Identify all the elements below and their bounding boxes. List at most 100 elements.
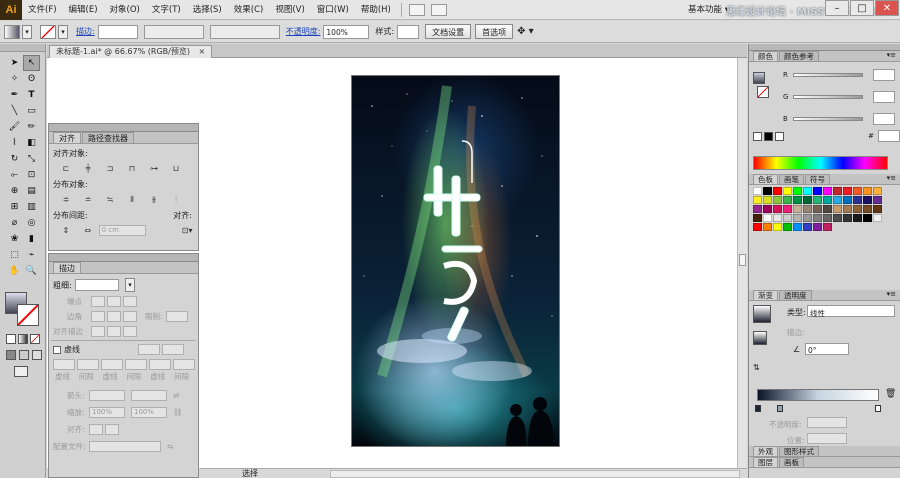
stroke-dropdown[interactable]: ▾ <box>58 24 68 39</box>
menu-view[interactable]: 视图(V) <box>269 0 310 20</box>
color-swatch[interactable] <box>823 187 832 195</box>
slice-tool-icon[interactable]: ⌁ <box>23 247 40 263</box>
align-hcenter-icon[interactable]: ╪ <box>77 162 99 175</box>
graph-tool-icon[interactable]: ▮ <box>23 231 40 247</box>
zoom-tool-icon[interactable]: 🔍 <box>23 263 40 279</box>
opacity-field[interactable]: 100% <box>323 24 370 39</box>
green-slider[interactable] <box>793 95 863 99</box>
tab-appearance[interactable]: 外观 <box>753 446 778 456</box>
distribute-right-icon[interactable]: ⫶ <box>165 193 187 206</box>
eraser-icon[interactable]: ◧ <box>23 135 40 151</box>
color-swatch[interactable] <box>863 214 872 222</box>
delete-stop-icon[interactable]: 🗑 <box>885 389 896 399</box>
gradient-type-select[interactable]: 线性 <box>807 305 895 318</box>
color-swatch[interactable] <box>823 205 832 213</box>
color-swatch[interactable] <box>813 187 822 195</box>
hand-tool-icon[interactable]: ✋ <box>6 263 23 279</box>
color-panel-menu-icon[interactable]: ▾≡ <box>887 51 896 59</box>
color-swatch[interactable] <box>833 187 842 195</box>
color-swatch[interactable] <box>823 196 832 204</box>
reverse-gradient-icon[interactable]: ⇅ <box>753 363 760 372</box>
color-swatch[interactable] <box>833 214 842 222</box>
distribute-vspace-icon[interactable]: ⇕ <box>55 224 77 237</box>
weight-field[interactable] <box>75 279 119 291</box>
gradient-stop-right[interactable] <box>875 405 881 412</box>
arrow-start-select[interactable] <box>89 390 125 401</box>
color-swatch[interactable] <box>753 205 762 213</box>
gradient-panel-menu-icon[interactable]: ▾≡ <box>887 290 896 298</box>
document-tab[interactable]: 未标题-1.ai* @ 66.67% (RGB/预览) × <box>49 45 213 58</box>
color-swatch[interactable] <box>843 187 852 195</box>
eyedropper-icon[interactable]: ⌀ <box>6 215 23 231</box>
blue-value-field[interactable] <box>873 113 895 125</box>
blue-slider[interactable] <box>793 117 863 121</box>
color-swatch[interactable] <box>793 205 802 213</box>
tab-pathfinder[interactable]: 路径查找器 <box>82 132 134 143</box>
symbol-sprayer-icon[interactable]: ❀ <box>6 231 23 247</box>
color-swatch[interactable] <box>833 196 842 204</box>
arrow-align-end-button[interactable] <box>105 424 119 435</box>
color-swatch[interactable] <box>773 214 782 222</box>
gradient-stop-mid[interactable] <box>777 405 783 412</box>
document-setup-button[interactable]: 文档设置 <box>425 24 472 39</box>
gap-field-1[interactable] <box>77 359 99 370</box>
dash-field-2[interactable] <box>101 359 123 370</box>
maximize-button[interactable]: □ <box>850 0 874 16</box>
bridge-icon[interactable] <box>408 3 425 16</box>
hex-field[interactable] <box>877 130 900 142</box>
align-left-icon[interactable]: ⊏ <box>55 162 77 175</box>
color-spectrum[interactable] <box>753 156 888 170</box>
miter-join-button[interactable] <box>91 311 105 322</box>
tab-color[interactable]: 颜色 <box>753 51 778 61</box>
dash-field-1[interactable] <box>53 359 75 370</box>
color-swatch[interactable] <box>843 196 852 204</box>
stroke-label[interactable]: 描边: <box>76 26 95 37</box>
color-swatch[interactable] <box>813 205 822 213</box>
close-window-button[interactable]: ✕ <box>875 0 899 16</box>
align-bottom-icon[interactable]: ⊔ <box>165 162 187 175</box>
menu-select[interactable]: 选择(S) <box>187 0 228 20</box>
color-swatch[interactable] <box>803 187 812 195</box>
tab-color-guide[interactable]: 颜色参考 <box>779 51 819 61</box>
color-fill-stroke-icon[interactable] <box>753 72 771 100</box>
color-swatch[interactable] <box>793 196 802 204</box>
arrow-align-tip-button[interactable] <box>89 424 103 435</box>
width-tool-icon[interactable]: ⟜ <box>6 167 23 183</box>
dashed-checkbox[interactable] <box>53 345 61 354</box>
color-swatch[interactable] <box>873 205 882 213</box>
color-swatch[interactable] <box>803 205 812 213</box>
magic-wand-icon[interactable]: ✧ <box>6 71 23 87</box>
stroke-weight-field[interactable] <box>97 24 138 39</box>
bevel-join-button[interactable] <box>123 311 137 322</box>
style-swatch[interactable] <box>397 24 420 39</box>
tab-graphic-styles[interactable]: 图形样式 <box>779 446 819 456</box>
blob-brush-icon[interactable]: ⌇ <box>6 135 23 151</box>
swatches-panel-menu-icon[interactable]: ▾≡ <box>887 174 896 182</box>
pencil-icon[interactable]: ✏ <box>23 119 40 135</box>
red-value-field[interactable] <box>873 69 895 81</box>
color-swatch[interactable] <box>793 214 802 222</box>
preferences-button[interactable]: 首选项 <box>475 24 514 39</box>
align-vcenter-icon[interactable]: ⊶ <box>143 162 165 175</box>
align-stroke-inside-button[interactable] <box>107 326 121 337</box>
color-swatch[interactable] <box>803 223 812 231</box>
color-swatch[interactable] <box>873 196 882 204</box>
mesh-tool-icon[interactable]: ⊞ <box>6 199 23 215</box>
red-slider[interactable] <box>793 73 863 77</box>
arrow-scale-start[interactable]: 100% <box>89 407 125 418</box>
tab-brushes[interactable]: 画笔 <box>779 174 804 184</box>
color-swatch[interactable] <box>873 187 882 195</box>
gradient-preview-small[interactable] <box>753 331 767 345</box>
menu-help[interactable]: 帮助(H) <box>355 0 397 20</box>
menu-effect[interactable]: 效果(C) <box>228 0 270 20</box>
tab-align[interactable]: 对齐 <box>53 132 81 143</box>
menu-edit[interactable]: 编辑(E) <box>63 0 104 20</box>
butt-cap-button[interactable] <box>91 296 105 307</box>
gap-field-3[interactable] <box>173 359 195 370</box>
gradient-preview[interactable] <box>753 305 771 323</box>
color-swatch[interactable] <box>763 187 772 195</box>
arrow-end-select[interactable] <box>131 390 167 401</box>
gradient-mode-icon[interactable] <box>18 334 28 344</box>
scale-tool-icon[interactable]: ⤡ <box>23 151 40 167</box>
color-mode-icon[interactable] <box>6 334 16 344</box>
